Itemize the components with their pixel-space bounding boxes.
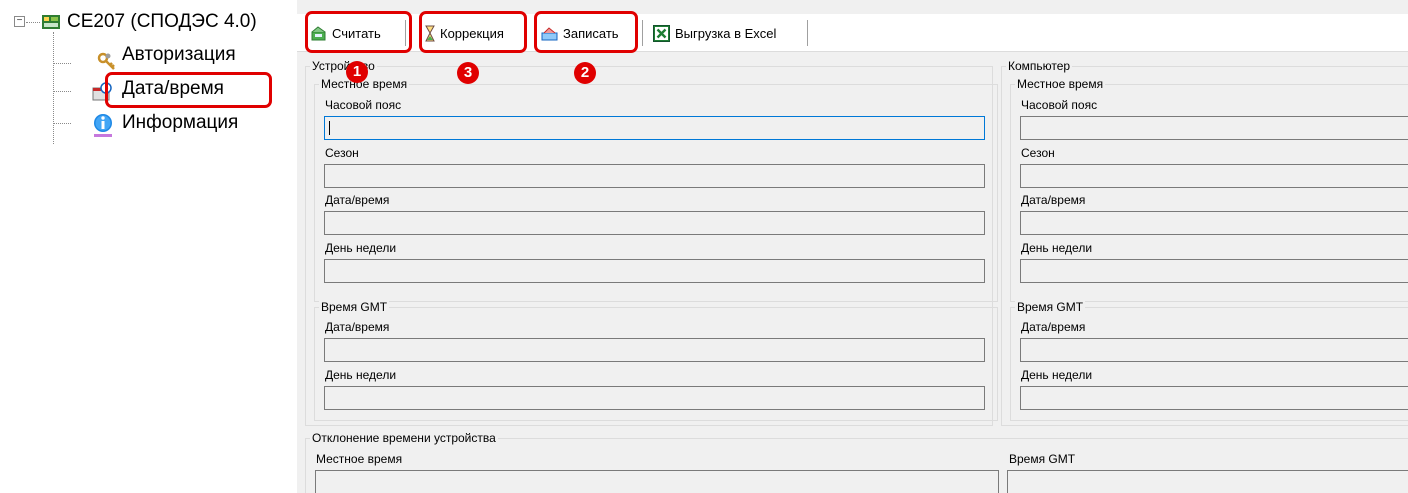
deviation-local-field[interactable] (315, 470, 999, 493)
device-season-field[interactable] (324, 164, 985, 188)
computer-group: Компьютер Местное время Часовой пояс Сез… (1001, 59, 1408, 426)
computer-local-group-title: Местное время (1015, 77, 1106, 91)
deviation-gmt-field[interactable] (1007, 470, 1408, 493)
text-caret (329, 120, 330, 135)
step-badge-1: 1 (346, 61, 368, 83)
tree-expander[interactable]: − (14, 16, 25, 27)
device-gmt-group: Время GMT Дата/время День недели (314, 300, 998, 421)
device-group: Устройство Местное время Часовой пояс Се… (305, 59, 998, 426)
device-timezone-field[interactable] (324, 116, 985, 140)
computer-gmt-datetime-label: Дата/время (1021, 320, 1086, 334)
tree-item-authorization[interactable]: Авторизация (122, 44, 236, 66)
tree-root-label[interactable]: CE207 (СПОДЭС 4.0) (67, 11, 257, 33)
computer-gmt-weekday-label: День недели (1021, 368, 1093, 382)
device-timezone-label: Часовой пояс (325, 98, 402, 112)
correction-button-highlight (419, 11, 527, 53)
info-icon (91, 113, 112, 137)
device-gmt-weekday-field[interactable] (324, 386, 985, 410)
computer-group-title: Компьютер (1006, 59, 1073, 73)
datetime-panel: Считать Коррекция Записать Выгрузка в Ex… (297, 0, 1408, 493)
tree-item-information[interactable]: Информация (122, 112, 238, 134)
computer-gmt-datetime-field[interactable] (1020, 338, 1408, 362)
device-season-label: Сезон (325, 146, 359, 160)
deviation-group-title: Отклонение времени устройства (310, 431, 498, 445)
export-excel-button-label: Выгрузка в Excel (675, 25, 777, 41)
device-gmt-datetime-label: Дата/время (325, 320, 390, 334)
device-gmt-datetime-field[interactable] (324, 338, 985, 362)
computer-local-group: Местное время Часовой пояс Сезон Дата/вр… (1010, 77, 1408, 302)
keys-icon (97, 52, 117, 72)
toolbar-separator (807, 20, 808, 46)
device-gmt-group-title: Время GMT (319, 300, 390, 314)
step-badge-3: 3 (457, 62, 479, 84)
export-excel-button[interactable]: Выгрузка в Excel (649, 19, 780, 47)
computer-season-field[interactable] (1020, 164, 1408, 188)
computer-gmt-group: Время GMT Дата/время День недели (1010, 300, 1408, 421)
write-button-highlight (534, 11, 638, 53)
device-gmt-weekday-label: День недели (325, 368, 397, 382)
computer-datetime-label: Дата/время (1021, 193, 1086, 207)
computer-weekday-label: День недели (1021, 241, 1093, 255)
meter-icon (41, 12, 61, 32)
deviation-group: Отклонение времени устройства Местное вр… (305, 431, 1408, 493)
computer-gmt-group-title: Время GMT (1015, 300, 1086, 314)
deviation-gmt-label: Время GMT (1009, 452, 1076, 466)
read-button-highlight (305, 11, 412, 53)
computer-gmt-weekday-field[interactable] (1020, 386, 1408, 410)
computer-datetime-field[interactable] (1020, 211, 1408, 235)
computer-timezone-label: Часовой пояс (1021, 98, 1098, 112)
computer-timezone-field[interactable] (1020, 116, 1408, 140)
excel-icon (653, 24, 670, 42)
device-datetime-field[interactable] (324, 211, 985, 235)
deviation-local-label: Местное время (316, 452, 403, 466)
device-weekday-label: День недели (325, 241, 397, 255)
device-weekday-field[interactable] (324, 259, 985, 283)
computer-season-label: Сезон (1021, 146, 1055, 160)
tree-item-datetime-highlight (105, 72, 272, 108)
computer-weekday-field[interactable] (1020, 259, 1408, 283)
device-datetime-label: Дата/время (325, 193, 390, 207)
device-local-group: Местное время Часовой пояс Сезон Дата/вр… (314, 77, 998, 302)
step-badge-2: 2 (574, 62, 596, 84)
toolbar-separator (642, 20, 643, 46)
device-tree: − CE207 (СПОДЭС 4.0) Авторизация Дата/вр… (0, 0, 290, 150)
app-window: − CE207 (СПОДЭС 4.0) Авторизация Дата/вр… (0, 0, 1408, 493)
